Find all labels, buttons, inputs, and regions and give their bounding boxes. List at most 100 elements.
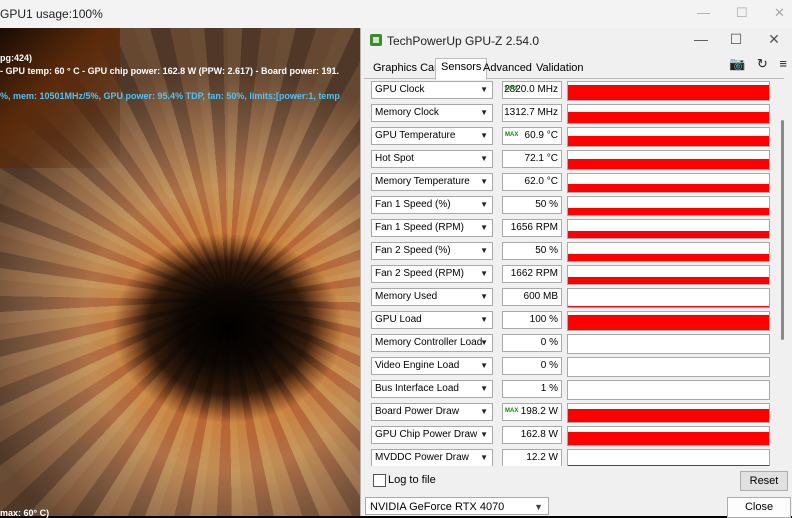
sensor-name-label: GPU Clock <box>375 84 424 95</box>
chevron-down-icon: ▼ <box>480 151 488 167</box>
refresh-icon[interactable]: ↻ <box>757 56 768 71</box>
chevron-down-icon: ▼ <box>480 174 488 190</box>
sensor-graph-fill <box>568 277 769 284</box>
sensor-graph-fill <box>568 184 769 192</box>
close-icon[interactable]: ✕ <box>774 5 785 21</box>
sensor-value: 72.1 °C <box>502 150 562 168</box>
sensor-scrollbar[interactable] <box>778 80 788 466</box>
chevron-down-icon: ▼ <box>480 197 488 213</box>
max-tag: MAX <box>505 403 518 419</box>
sensor-graph-fill <box>568 465 769 466</box>
sensor-graph-fill <box>568 432 769 446</box>
sensor-graph <box>567 127 770 147</box>
sensor-name-label: Fan 1 Speed (RPM) <box>375 222 464 233</box>
sensor-value-text: 0 % <box>541 360 558 371</box>
sensor-graph <box>567 104 770 124</box>
sensor-graph <box>567 449 770 466</box>
sensor-name-dropdown[interactable]: Fan 1 Speed (%)▼ <box>371 196 493 214</box>
sensor-value-text: 62.0 °C <box>525 176 558 187</box>
osd-clock-text: %, mem: 10501MHz/5%, GPU power: 95.4% TD… <box>0 91 340 101</box>
sensor-name-dropdown[interactable]: GPU Temperature▼ <box>371 127 493 145</box>
max-tag: MAX <box>505 127 518 143</box>
sensor-name-label: Fan 2 Speed (%) <box>375 245 451 256</box>
sensor-value: 62.0 °C <box>502 173 562 191</box>
camera-icon[interactable]: 📷 <box>729 56 745 71</box>
sensor-name-dropdown[interactable]: Board Power Draw▼ <box>371 403 493 421</box>
sensor-name-dropdown[interactable]: Fan 1 Speed (RPM) ▼ <box>371 219 493 237</box>
chevron-down-icon: ▼ <box>480 335 488 351</box>
tab-advanced[interactable]: Advanced <box>478 60 537 77</box>
sensor-graph-fill <box>568 159 769 169</box>
chevron-down-icon: ▼ <box>480 358 488 374</box>
sensor-graph <box>567 173 770 193</box>
sensor-graph <box>567 196 770 216</box>
background-window-title: GPU1 usage:100% <box>0 7 103 21</box>
sensor-value: 0 % <box>502 357 562 375</box>
sensor-value: 50 % <box>502 196 562 214</box>
sensor-name-dropdown[interactable]: MVDDC Power Draw▼ <box>371 449 493 466</box>
sensor-value-text: 1312.7 MHz <box>504 107 558 118</box>
sensor-value-text: 50 % <box>535 245 558 256</box>
sensor-value: 1 % <box>502 380 562 398</box>
sensor-row: MVDDC Power Draw▼ 12.2 W <box>369 448 771 466</box>
sensor-graph-fill <box>568 315 769 330</box>
sensor-name-dropdown[interactable]: Fan 2 Speed (RPM)▼ <box>371 265 493 283</box>
sensor-row: Memory Controller Load▼ 0 % <box>369 333 771 354</box>
tab-validation[interactable]: Validation <box>531 60 589 77</box>
sensor-name-dropdown[interactable]: Fan 2 Speed (%)▼ <box>371 242 493 260</box>
sensor-value: 1662 RPM <box>502 265 562 283</box>
sensor-name-dropdown[interactable]: GPU Load▼ <box>371 311 493 329</box>
sensor-row: Hot Spot ▼ 72.1 °C <box>369 149 771 170</box>
sensor-value-text: 198.2 W <box>521 406 558 417</box>
log-to-file-checkbox[interactable] <box>373 474 386 487</box>
sensor-name-dropdown[interactable]: Memory Used▼ <box>371 288 493 306</box>
sensor-value: 50 % <box>502 242 562 260</box>
sensor-name-label: Video Engine Load <box>375 360 459 371</box>
menu-icon[interactable]: ≡ <box>779 56 787 71</box>
sensor-name-dropdown[interactable]: Memory Clock▼ <box>371 104 493 122</box>
chevron-down-icon: ▼ <box>480 381 488 397</box>
sensor-name-dropdown[interactable]: GPU Chip Power Draw▼ <box>371 426 493 444</box>
sensor-value: MAX198.2 W <box>502 403 562 421</box>
sensor-value: 12.2 W <box>502 449 562 466</box>
sensor-graph <box>567 81 770 101</box>
close-button[interactable]: Close <box>727 497 791 518</box>
sensor-value-text: 1662 RPM <box>511 268 558 279</box>
scrollbar-thumb[interactable] <box>781 120 784 340</box>
sensor-name-label: GPU Temperature <box>375 130 455 141</box>
sensor-row: Memory Used▼600 MB <box>369 287 771 308</box>
gpuz-titlebar[interactable]: TechPowerUp GPU-Z 2.54.0 — ☐ ✕ <box>361 28 792 54</box>
sensor-row: Memory Temperature▼ 62.0 °C <box>369 172 771 193</box>
chevron-down-icon: ▼ <box>480 289 488 305</box>
sensor-value: 162.8 W <box>502 426 562 444</box>
sensor-name-dropdown[interactable]: GPU Clock ▼ <box>371 81 493 99</box>
sensor-name-label: Memory Controller Load <box>375 337 482 348</box>
sensor-row: Fan 1 Speed (RPM)▼1656 RPM <box>369 218 771 239</box>
sensor-name-label: Hot Spot <box>375 153 414 164</box>
sensor-name-label: MVDDC Power Draw <box>375 452 469 463</box>
sensor-row: Bus Interface Load▼ 1 % <box>369 379 771 400</box>
gpuz-close-icon[interactable]: ✕ <box>759 31 789 48</box>
sensor-name-label: Memory Clock <box>375 107 439 118</box>
background-titlebar[interactable]: GPU1 usage:100% — ☐ ✕ <box>0 0 792 28</box>
sensor-name-label: GPU Load <box>375 314 422 325</box>
sensor-name-dropdown[interactable]: Video Engine Load ▼ <box>371 357 493 375</box>
gpu-select-value: NVIDIA GeForce RTX 4070 <box>370 501 504 513</box>
sensor-name-dropdown[interactable]: Bus Interface Load▼ <box>371 380 493 398</box>
sensor-name-dropdown[interactable]: Memory Temperature▼ <box>371 173 493 191</box>
sensor-name-dropdown[interactable]: Hot Spot ▼ <box>371 150 493 168</box>
gpuz-maximize-icon[interactable]: ☐ <box>721 31 751 48</box>
sensor-value-text: 100 % <box>530 314 558 325</box>
max-tag: MAX <box>505 81 518 97</box>
sensor-graph-fill <box>568 136 769 146</box>
gpu-select-dropdown[interactable]: NVIDIA GeForce RTX 4070 ▼ <box>365 497 549 515</box>
maximize-icon[interactable]: ☐ <box>736 5 748 21</box>
gpuz-minimize-icon[interactable]: — <box>686 31 716 47</box>
sensor-value-text: 12.2 W <box>526 452 558 463</box>
chevron-down-icon: ▼ <box>480 220 488 236</box>
reset-button[interactable]: Reset <box>740 471 788 491</box>
chevron-down-icon: ▼ <box>480 82 488 98</box>
sensor-value: 0 % <box>502 334 562 352</box>
sensor-name-dropdown[interactable]: Memory Controller Load▼ <box>371 334 493 352</box>
minimize-icon[interactable]: — <box>697 5 710 20</box>
